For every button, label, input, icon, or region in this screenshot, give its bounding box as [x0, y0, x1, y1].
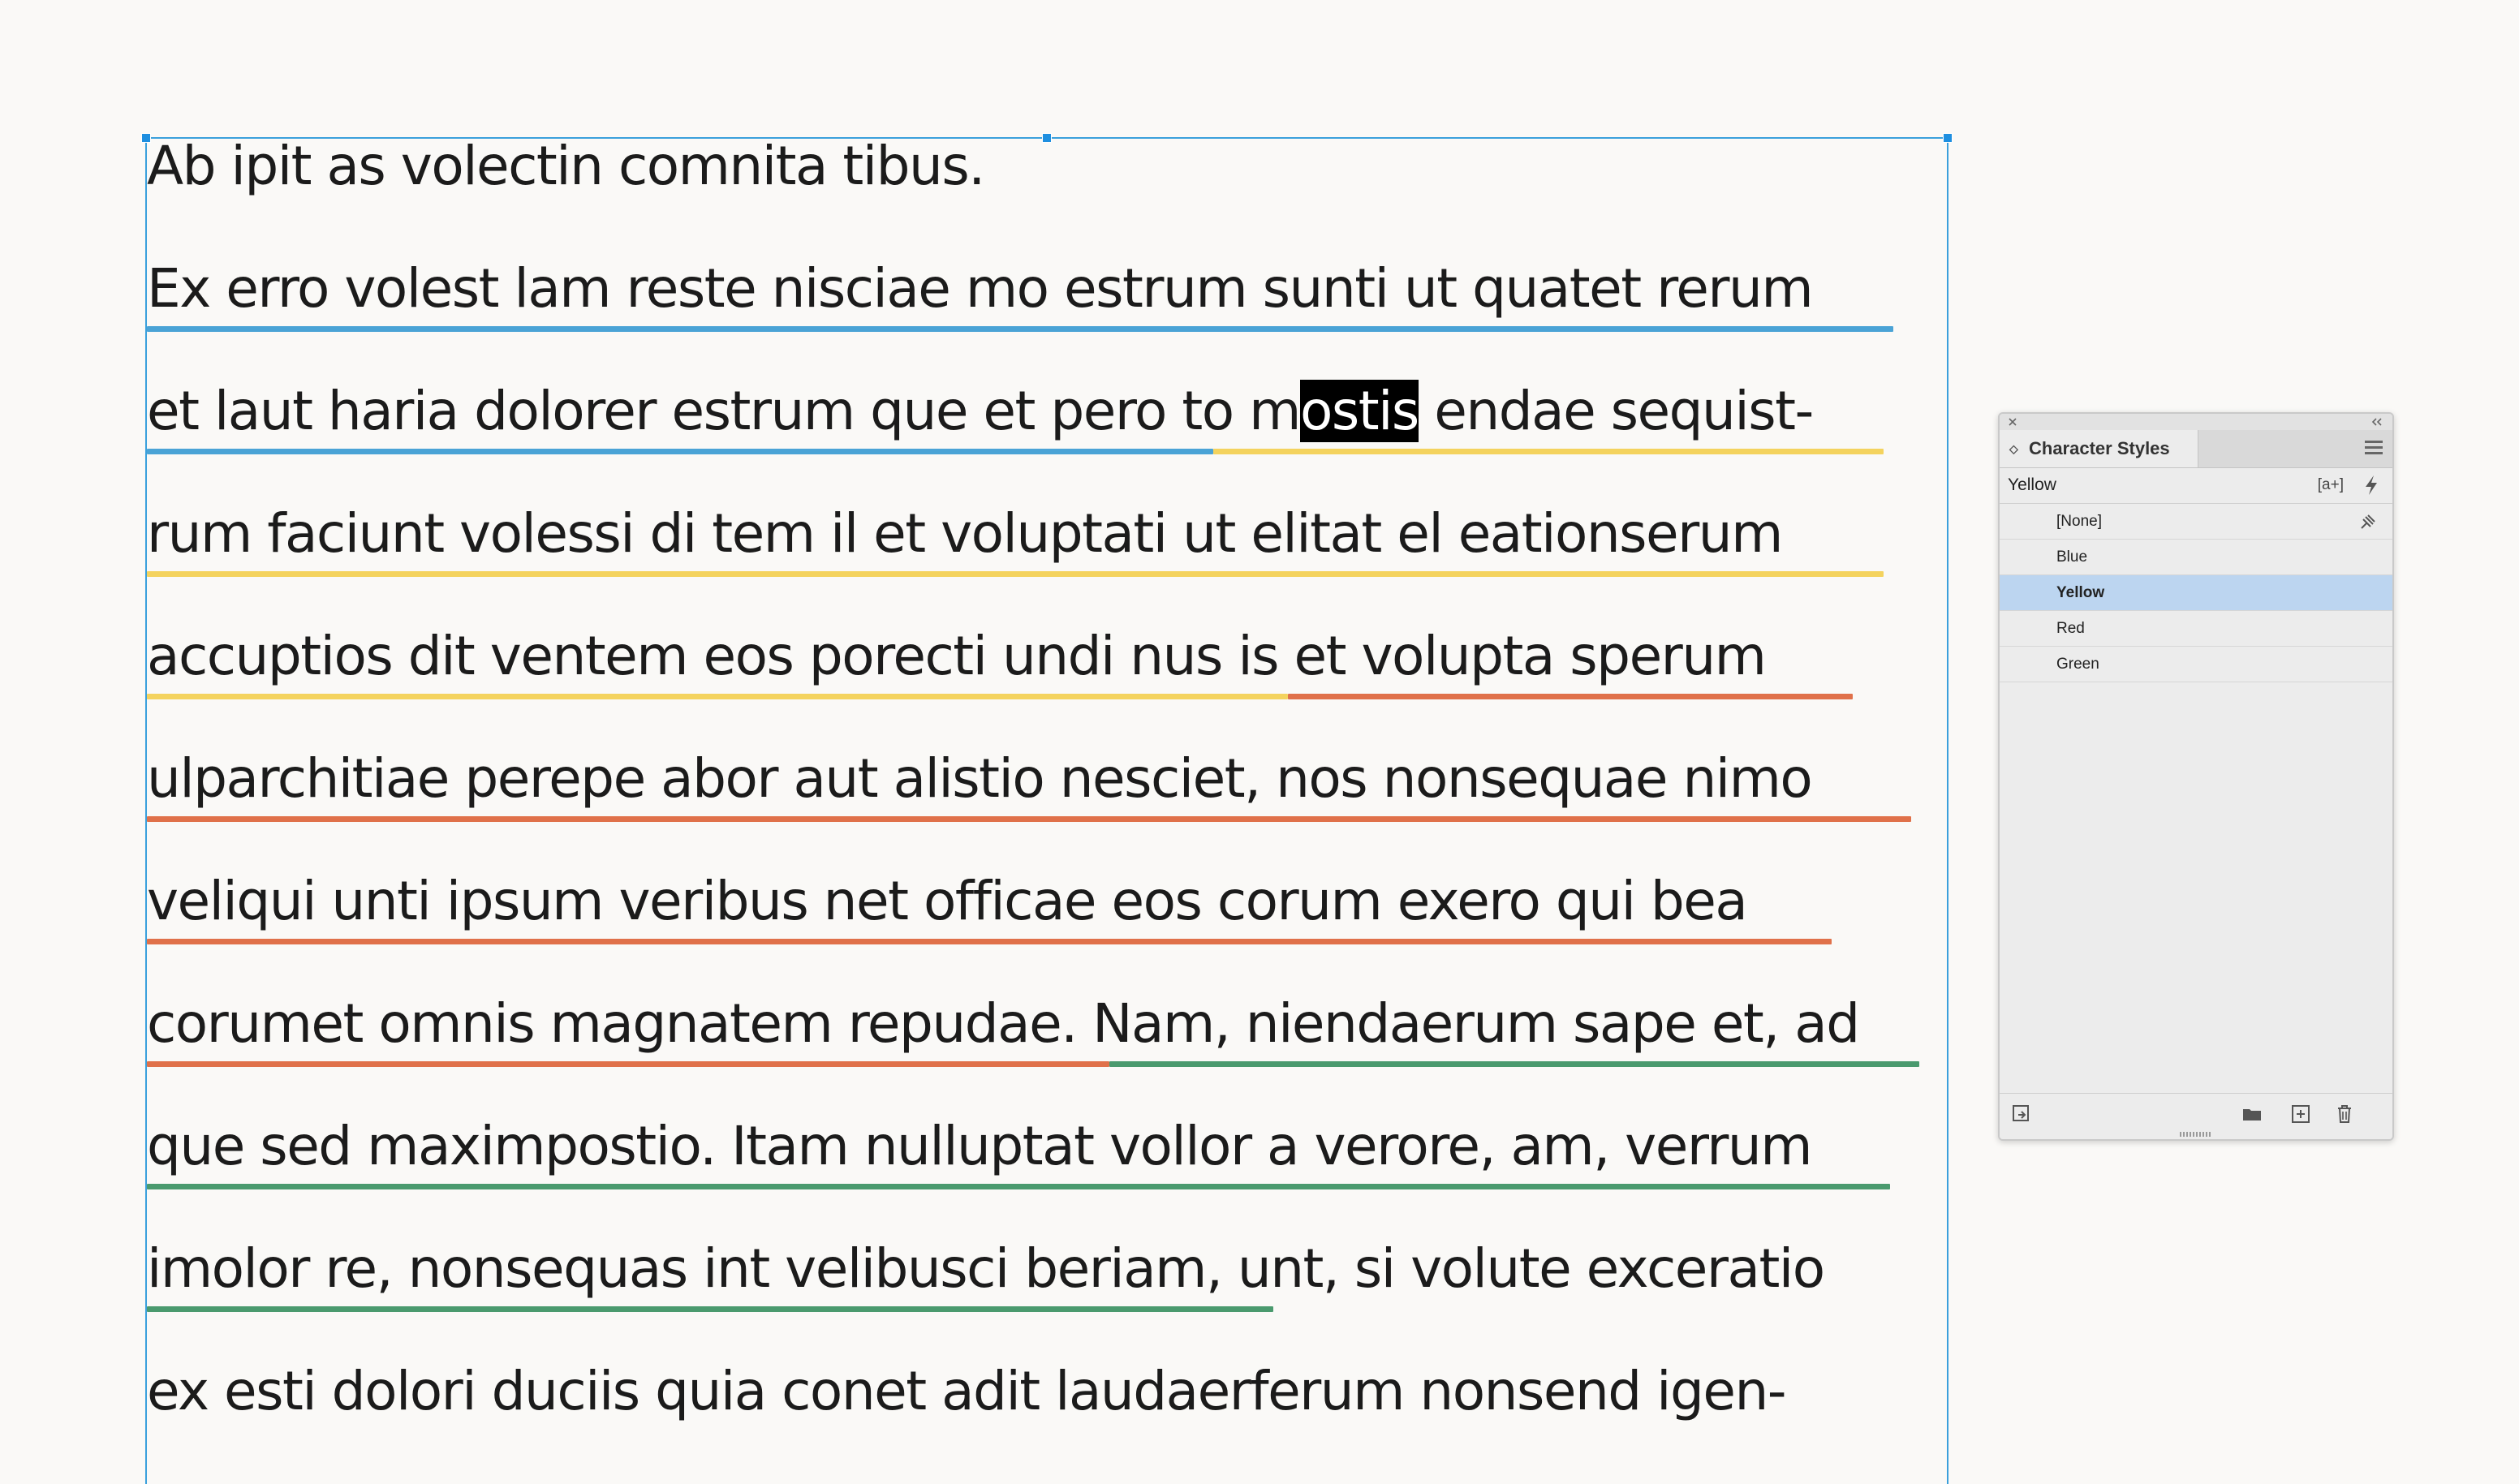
underline-yellow: [147, 571, 1884, 577]
frame-handle-top-right[interactable]: [1943, 133, 1953, 143]
underline-red: [147, 816, 1911, 822]
clear-overrides-button[interactable]: [a+]: [2318, 475, 2344, 495]
tab-label: Character Styles: [2029, 438, 2170, 458]
text-line[interactable]: corumet omnis magnatem repudae. Nam, nie…: [147, 997, 1860, 1051]
style-item-label: Red: [2056, 620, 2085, 637]
current-style-row: Yellow [a+]: [2000, 467, 2392, 504]
text-run: corumet omnis magnatem repudae. Nam, nie…: [147, 992, 1860, 1055]
quick-apply-icon[interactable]: [2362, 474, 2381, 497]
pasteboard: Ab ipit as volectin comnita tibus. Ex er…: [0, 0, 2519, 1484]
text-line[interactable]: ex esti dolori duciis quia conet adit la…: [147, 1365, 1787, 1418]
text-line[interactable]: veliqui unti ipsum veribus net officae e…: [147, 875, 1748, 928]
panel-menu-icon[interactable]: [2365, 441, 2383, 457]
tab-arrows-icon: ◇: [2009, 442, 2018, 455]
text-run: que sed maximpostio. Itam nulluptat voll…: [147, 1115, 1813, 1177]
panel-titlebar[interactable]: [2000, 414, 2392, 430]
text-run: ex esti dolori duciis quia conet adit la…: [147, 1360, 1787, 1422]
resize-grip[interactable]: [2180, 1132, 2212, 1137]
style-item-label: [None]: [2056, 513, 2102, 530]
text-run: accuptios dit ventem eos porecti undi nu…: [147, 625, 1767, 687]
underline-green: [147, 1306, 1273, 1312]
style-item-blue[interactable]: Blue: [2000, 540, 2392, 575]
text-run: Ex erro volest lam reste nisciae mo estr…: [147, 257, 1814, 320]
underline-red: [1288, 694, 1853, 699]
underline-yellow: [147, 694, 1288, 699]
style-item-red[interactable]: Red: [2000, 611, 2392, 647]
style-list: [None] Blue Yellow Red Green: [2000, 504, 2392, 682]
collapse-icon[interactable]: [2370, 417, 2384, 427]
text-run: rum faciunt volessi di tem il et volupta…: [147, 502, 1783, 565]
style-item-green[interactable]: Green: [2000, 647, 2392, 682]
text-line[interactable]: rum faciunt volessi di tem il et volupta…: [147, 507, 1783, 561]
text-run: Ab ipit as volectin comnita tibus.: [147, 135, 985, 197]
text-line[interactable]: Ex erro volest lam reste nisciae mo estr…: [147, 262, 1814, 316]
underline-blue: [147, 449, 1213, 454]
text-run: endae sequist-: [1418, 380, 1814, 442]
style-item-label: Yellow: [2056, 584, 2105, 601]
underline-green: [147, 1184, 1890, 1189]
underline-yellow: [1213, 449, 1884, 454]
style-item-yellow[interactable]: Yellow: [2000, 575, 2392, 611]
text-line[interactable]: Ab ipit as volectin comnita tibus.: [147, 140, 985, 193]
text-line[interactable]: que sed maximpostio. Itam nulluptat voll…: [147, 1120, 1813, 1173]
underline-red: [147, 939, 1832, 944]
delete-icon[interactable]: [2334, 1103, 2355, 1125]
panel-tab-row: ◇ Character Styles: [2000, 430, 2392, 468]
panel-footer: [2000, 1093, 2392, 1139]
style-item-label: Green: [2056, 656, 2099, 673]
text-run: imolor re, nonsequas int velibusci beria…: [147, 1237, 1825, 1300]
load-styles-icon[interactable]: [2011, 1103, 2032, 1125]
text-run: et laut haria dolorer estrum que et pero…: [147, 380, 1301, 442]
underline-red: [147, 1061, 1109, 1067]
current-style-name: Yellow: [2008, 475, 2056, 494]
text-run: veliqui unti ipsum veribus net officae e…: [147, 870, 1748, 932]
tab-character-styles[interactable]: ◇ Character Styles: [2000, 430, 2198, 467]
new-style-icon[interactable]: [2290, 1103, 2311, 1125]
character-styles-panel: ◇ Character Styles Yellow [a+] [None] Bl…: [1998, 412, 2394, 1141]
underline-green: [1109, 1061, 1919, 1067]
text-line[interactable]: accuptios dit ventem eos porecti undi nu…: [147, 630, 1767, 683]
style-item-label: Blue: [2056, 548, 2088, 566]
text-line[interactable]: ulparchitiae perepe abor aut alistio nes…: [147, 752, 1813, 806]
text-run: ulparchitiae perepe abor aut alistio nes…: [147, 747, 1813, 810]
new-group-icon[interactable]: [2241, 1103, 2263, 1125]
text-line[interactable]: imolor re, nonsequas int velibusci beria…: [147, 1242, 1825, 1296]
pin-icon: [2361, 514, 2375, 529]
close-icon[interactable]: [2008, 417, 2017, 427]
frame-handle-top-middle[interactable]: [1042, 133, 1052, 143]
text-line[interactable]: et laut haria dolorer estrum que et pero…: [147, 380, 1814, 442]
underline-blue: [147, 326, 1893, 332]
selected-text[interactable]: ostis: [1299, 380, 1419, 442]
style-item-none[interactable]: [None]: [2000, 504, 2392, 540]
